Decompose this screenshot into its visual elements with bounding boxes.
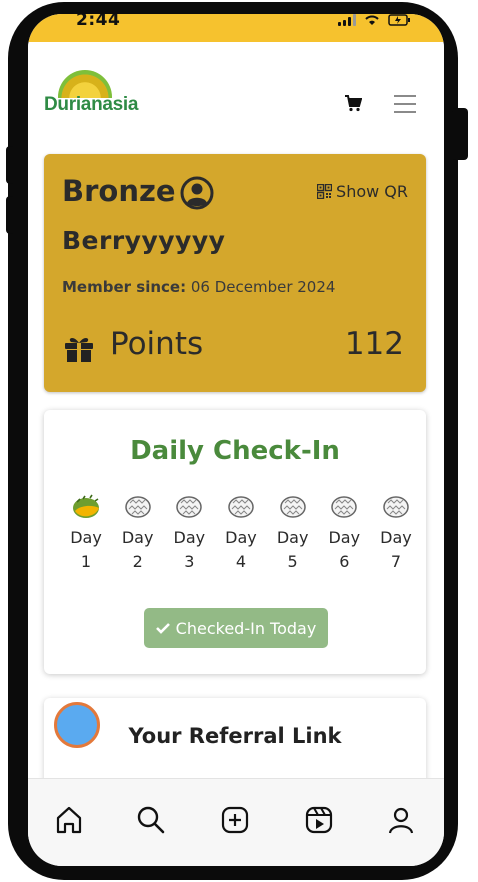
checked-in-today-button[interactable]: Checked-In Today (144, 608, 328, 648)
referral-title: Your Referral Link (128, 724, 342, 748)
day-label: Day (328, 528, 361, 547)
profile-icon[interactable] (386, 805, 416, 835)
day-number: 7 (390, 552, 402, 571)
member-card: Bronze Show QR Berryyyyyy Member since: … (44, 154, 426, 392)
checked-in-label: Checked-In Today (175, 618, 317, 638)
add-icon[interactable] (220, 805, 250, 835)
search-icon[interactable] (136, 805, 166, 835)
checkin-day-5: Day 5 (273, 494, 313, 574)
status-time: 2:44 (76, 14, 121, 30)
member-since-value: 06 December 2024 (190, 278, 336, 296)
status-bar: 2:44 (28, 14, 444, 42)
hamburger-menu-icon[interactable] (394, 95, 416, 113)
points-value: 112 (344, 326, 404, 362)
member-username: Berryyyyyy (62, 226, 226, 255)
wifi-icon (365, 15, 379, 25)
volume-down-button (6, 196, 14, 234)
checkin-day-7: Day 7 (376, 494, 416, 574)
day-label: Day (70, 528, 102, 547)
day-label: Day (276, 528, 309, 547)
user-circle-icon (180, 176, 214, 210)
checkin-day-1: Day 1 (66, 494, 106, 574)
power-button (452, 108, 468, 160)
durian-outline-icon (383, 496, 409, 518)
bottom-tab-bar (28, 778, 444, 866)
checkin-days: Day 1 Day 2 Day 3 Day 4 Day 5 Day 6 Day … (66, 494, 416, 574)
gift-icon (65, 337, 93, 362)
day-number: 3 (184, 552, 195, 571)
checkin-day-6: Day 6 (324, 494, 364, 574)
day-number: 4 (235, 552, 247, 571)
daily-checkin-title: Daily Check-In (130, 436, 340, 466)
durian-outline-icon (279, 496, 306, 518)
day-label: Day (380, 528, 412, 547)
status-icons (338, 14, 410, 26)
member-since: Member since: 06 December 2024 (62, 278, 335, 296)
durian-outline-icon (124, 496, 151, 518)
day-number: 2 (132, 552, 143, 571)
cart-icon[interactable] (344, 94, 362, 112)
day-number: 5 (287, 552, 298, 571)
home-icon[interactable] (54, 805, 84, 835)
check-icon (155, 623, 170, 634)
checkin-day-4: Day 4 (221, 494, 261, 574)
member-since-label: Member since: (62, 278, 187, 296)
durian-colored-icon (73, 494, 99, 518)
battery-icon (388, 14, 410, 26)
day-label: Day (173, 528, 206, 547)
logo-text: Durianasia (44, 94, 139, 115)
durian-outline-icon (228, 496, 254, 518)
checkin-day-3: Day 3 (169, 494, 209, 574)
points-label: Points (110, 326, 204, 362)
durianasia-logo[interactable]: Durianasia (44, 70, 138, 130)
show-qr-button[interactable]: Show QR (317, 182, 408, 201)
show-qr-label: Show QR (336, 182, 408, 201)
durian-outline-icon (176, 496, 203, 518)
checkin-day-2: Day 2 (118, 494, 158, 574)
signal-icon (338, 14, 356, 26)
day-label: Day (225, 528, 257, 547)
daily-checkin-card: Daily Check-In Day 1 Day 2 Day 3 Day 4 D… (44, 410, 426, 674)
screen: 2:44 Durianasia Bronze Show QR Berryyyyy… (28, 14, 444, 866)
day-label: Day (121, 528, 154, 547)
member-tier: Bronze (62, 174, 176, 208)
durian-outline-icon (331, 496, 358, 518)
qr-code-icon (317, 184, 333, 199)
reels-icon[interactable] (304, 805, 334, 835)
day-number: 6 (339, 552, 350, 571)
app-header: Durianasia (28, 42, 444, 142)
day-number: 1 (80, 552, 92, 571)
volume-up-button (6, 146, 14, 184)
